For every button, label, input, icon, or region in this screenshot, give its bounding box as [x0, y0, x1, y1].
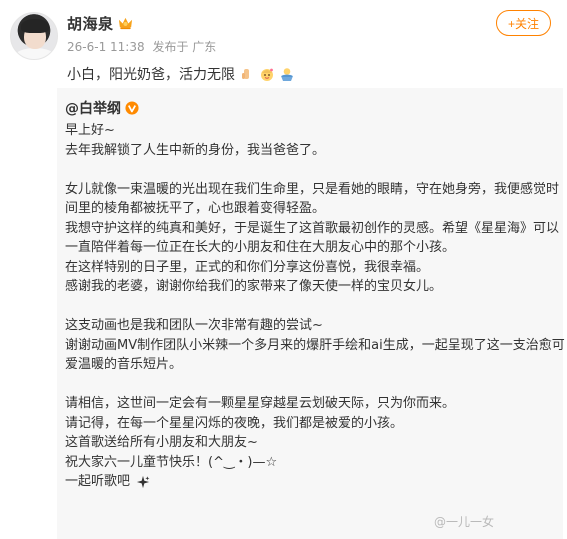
post-header: 胡海泉 26-6-1 11:38 发布于 广东 +关注 小白，阳光奶爸，活力无限 [0, 0, 567, 90]
repost-line: 女儿就像一束温暖的光出现在我们生命里，只是看她的眼睛，守在她身旁，我便感觉时 [65, 181, 560, 197]
repost-line: 间里的棱角都被抚平了，心也跟着变得轻盈。 [65, 201, 326, 216]
repost-author-row: @白举纲 [65, 98, 139, 118]
author-name[interactable]: 胡海泉 [67, 13, 114, 34]
repost-line: 这首歌送给所有小朋友和大朋友~ [65, 435, 258, 450]
repost-line: 这支动画也是我和团队一次非常有趣的尝试~ [65, 318, 323, 333]
repost-line: 感谢我的老婆，谢谢你给我们的家带来了像天使一样的宝贝女儿。 [65, 279, 443, 294]
repost-body: 早上好~ 去年我解锁了人生中新的身份，我当爸爸了。 女儿就像一束温暖的光出现在我… [65, 121, 565, 492]
repost-line: 祝大家六一儿童节快乐！(^‿・)—☆ [65, 454, 278, 470]
watermark: @一儿一女 [434, 515, 495, 529]
repost-author[interactable]: @白举纲 [65, 98, 121, 118]
repost-line: 一直陪伴着每一位正在长大的小朋友和住在大朋友心中的那个小孩。 [65, 240, 456, 255]
repost-line: 谢谢动画MV制作团队小米辣一个多月来的爆肝手绘和ai生成，一起呈现了这一支治愈可 [65, 337, 565, 353]
repost-line: 去年我解锁了人生中新的身份，我当爸爸了。 [65, 142, 326, 158]
sparkle-icon [137, 475, 150, 488]
crown-icon [118, 17, 132, 29]
baby-bath-icon [281, 68, 293, 81]
repost-line [65, 375, 561, 395]
post-source: 发布于 广东 [152, 40, 217, 54]
avatar-hair [21, 19, 49, 33]
repost-line [65, 297, 561, 317]
repost-card[interactable]: @白举纲 早上好~ 去年我解锁了人生中新的身份，我当爸爸了。 女儿就像一束温暖的… [57, 88, 565, 539]
orange-v-badge-icon [125, 101, 139, 115]
post-meta: 26-6-1 11:38 发布于 广东 [67, 38, 220, 55]
repost-last-line-text: 一起听歌吧 [65, 474, 131, 489]
repost-line: 请相信，这世间一定会有一颗星星穿越星云划破天际，只为你而来。 [65, 396, 456, 411]
thumb-icon [242, 69, 249, 79]
repost-line: 我想守护这样的纯真和美好，于是诞生了这首歌最初创作的灵感。希望《星星海》可以 [65, 220, 560, 236]
repost-line: 在这样特别的日子里，正式的和你们分享这份喜悦，我很幸福。 [65, 259, 430, 275]
repost-last-line: 一起听歌吧 [65, 472, 561, 492]
author-row: 胡海泉 [67, 13, 133, 33]
avatar-shirt [15, 48, 55, 59]
post-time[interactable]: 26-6-1 11:38 [67, 40, 145, 54]
avatar[interactable] [10, 12, 58, 60]
post-caption: 小白，阳光奶爸，活力无限 [67, 64, 295, 84]
repost-line: 请记得，在每一个星星闪烁的夜晚，我们都是被爱的小孩。 [65, 415, 404, 431]
caption-text: 小白，阳光奶爸，活力无限 [67, 67, 235, 83]
repost-line: 爱温暖的音乐短片。 [65, 357, 183, 372]
baby-face-icon [261, 68, 273, 81]
repost-line [65, 160, 561, 180]
follow-button[interactable]: +关注 [496, 10, 551, 36]
repost-line: 早上好~ [65, 123, 115, 138]
